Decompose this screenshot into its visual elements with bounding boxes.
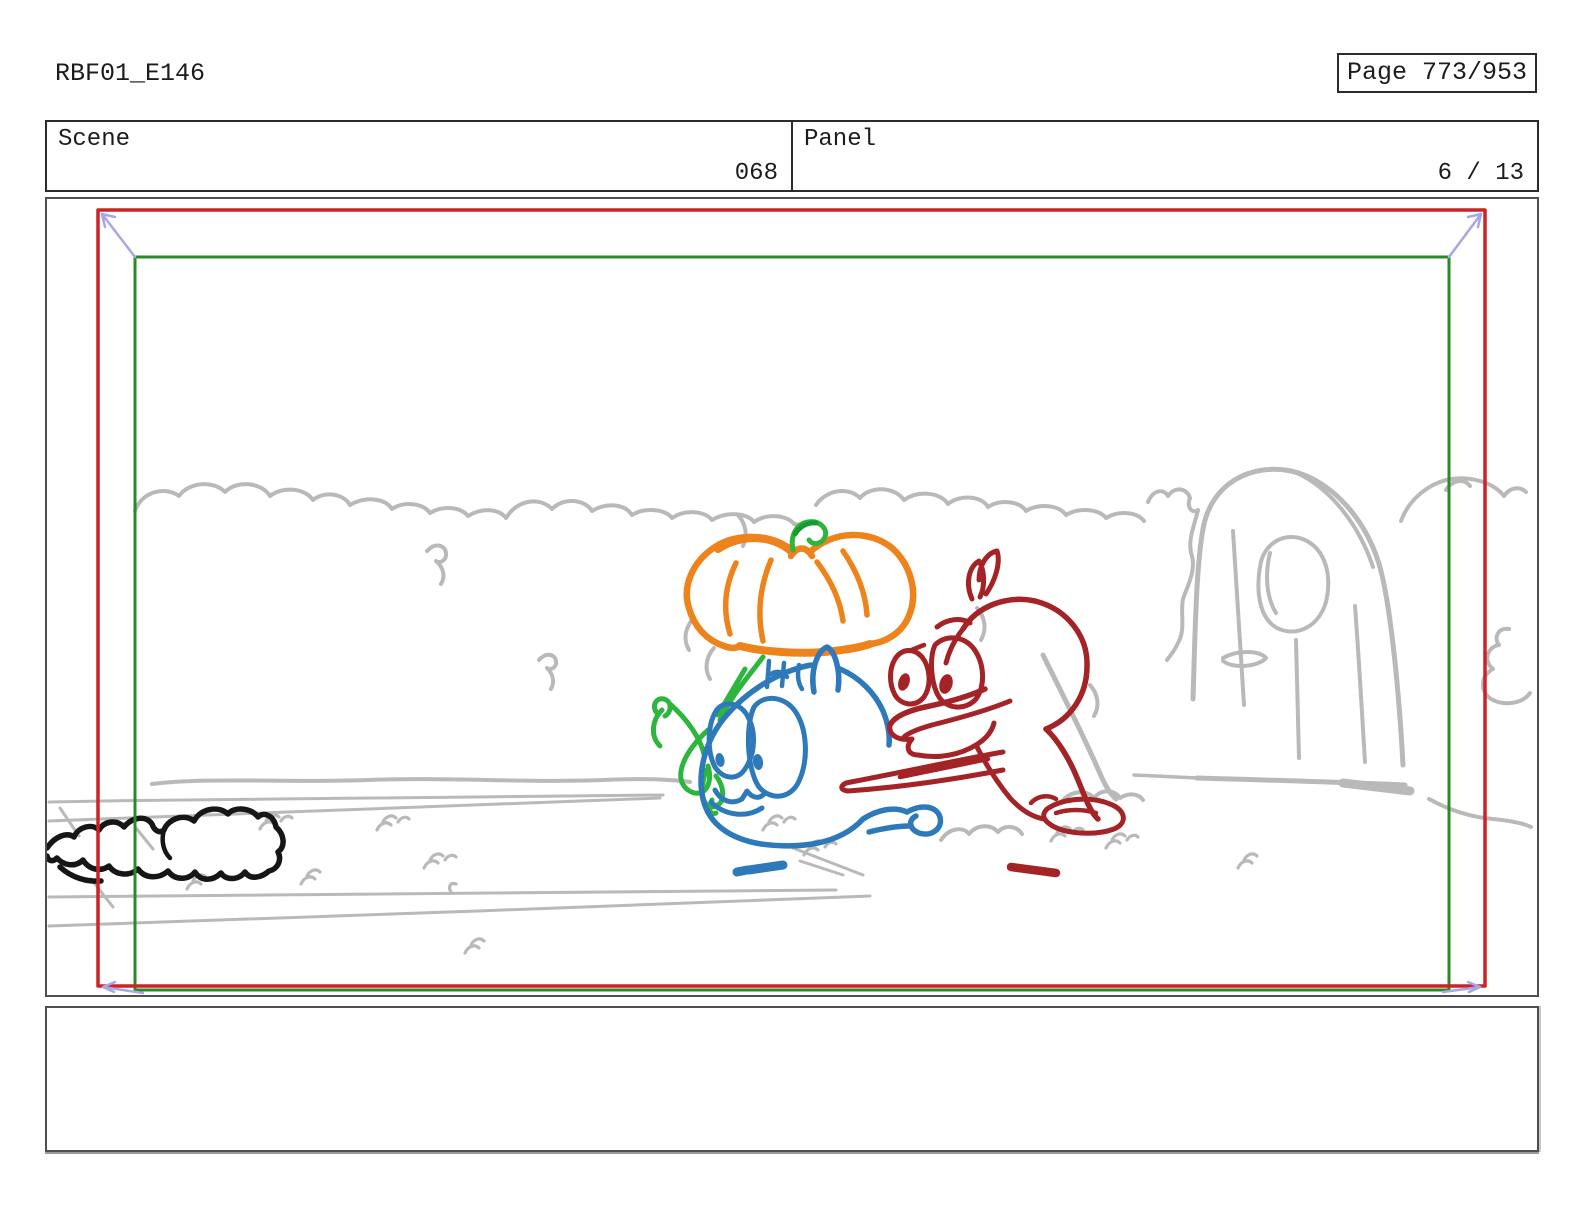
door-arch-accent bbox=[1295, 471, 1375, 569]
scene-label: Scene bbox=[58, 126, 131, 153]
bird-shadow-dash bbox=[1006, 862, 1061, 878]
scene-panel-table: Scene 068 Panel 6 / 13 bbox=[45, 120, 1539, 192]
blue-eye-right bbox=[745, 696, 808, 799]
far-right-bush-curl bbox=[1481, 626, 1532, 706]
diagonal-under-character-2 bbox=[798, 859, 845, 877]
scene-cell: Scene 068 bbox=[47, 122, 793, 190]
bumps-under-bird-1 bbox=[939, 824, 1024, 842]
bird-wing-tip bbox=[839, 780, 851, 794]
blue-shadow-dash bbox=[732, 860, 788, 877]
grass-tufts bbox=[185, 813, 1259, 955]
page-indicator: Page 773/953 bbox=[1336, 53, 1537, 93]
door-window-accent bbox=[1265, 551, 1278, 615]
sprout-leaf-end bbox=[651, 696, 673, 719]
bird-foot bbox=[1041, 796, 1126, 836]
door-plank-1 bbox=[1231, 529, 1246, 707]
panel-label: Panel bbox=[804, 126, 877, 153]
blue-arm-bottom bbox=[866, 823, 912, 835]
camera-arrow-top-left bbox=[100, 212, 137, 259]
ground-wavy-left bbox=[150, 777, 692, 786]
paren-mark-3 bbox=[1088, 683, 1100, 718]
bird-head-left bbox=[943, 626, 966, 666]
path-line-4 bbox=[47, 894, 872, 928]
door-plank-2 bbox=[1294, 638, 1301, 760]
bird-toe-line bbox=[1053, 807, 1099, 816]
blue-head-right bbox=[837, 666, 892, 748]
bush-left-of-door bbox=[1146, 487, 1200, 662]
panel-cell: Panel 6 / 13 bbox=[793, 122, 1537, 190]
storyboard-sheet: RBF01_E146 Page 773/953 Scene 068 Panel … bbox=[0, 0, 1584, 1224]
bird-eye-left bbox=[888, 648, 932, 707]
pumpkin-left-lobe bbox=[683, 533, 798, 652]
pumpkin-top-thick bbox=[714, 534, 796, 556]
door-bottom-left-ext bbox=[1132, 773, 1199, 780]
ground-wavy-right bbox=[1427, 797, 1533, 829]
hedge-top-line-right bbox=[814, 487, 1146, 523]
hedge-top-line-left bbox=[133, 482, 802, 527]
paren-mark-5 bbox=[704, 646, 716, 681]
door-plank-3 bbox=[1353, 604, 1367, 764]
sketch-diagonal-3 bbox=[134, 826, 155, 851]
caption-box bbox=[45, 1006, 1539, 1152]
pumpkin-rib-2 bbox=[757, 557, 774, 644]
pumpkin-rib-1 bbox=[723, 560, 739, 637]
blue-pupils bbox=[715, 753, 764, 770]
pumpkin-rib-3 bbox=[814, 559, 846, 624]
bird-feather-tuft bbox=[966, 548, 1001, 602]
bush-squiggle-2 bbox=[537, 652, 559, 691]
panel-value: 6 / 13 bbox=[1437, 160, 1524, 187]
black-bush-notch bbox=[160, 827, 173, 861]
hedge-right-of-door bbox=[1399, 476, 1528, 523]
sprout-leaf-cone-b bbox=[667, 701, 707, 757]
camera-arrow-top-right bbox=[1447, 212, 1483, 259]
blue-hair-1 bbox=[764, 658, 772, 690]
door-handle bbox=[1221, 650, 1268, 668]
camera-start-frame-green bbox=[133, 255, 1451, 992]
bird-front-foot bbox=[1028, 793, 1059, 806]
camera-end-frame-red bbox=[96, 208, 1487, 988]
blue-hand-curl bbox=[904, 804, 944, 837]
storyboard-panel-frame bbox=[45, 197, 1539, 997]
project-title: RBF01_E146 bbox=[55, 59, 206, 88]
scene-value: 068 bbox=[734, 160, 778, 187]
path-line-3 bbox=[47, 888, 838, 899]
pumpkin-rib-4 bbox=[840, 548, 870, 618]
pumpkin-bottom bbox=[736, 640, 874, 657]
pumpkin bbox=[683, 531, 917, 657]
paren-mark-4 bbox=[683, 617, 695, 652]
blue-arm-top bbox=[860, 806, 910, 822]
bush-squiggle-1 bbox=[425, 543, 449, 586]
storyboard-drawing bbox=[47, 208, 1533, 995]
